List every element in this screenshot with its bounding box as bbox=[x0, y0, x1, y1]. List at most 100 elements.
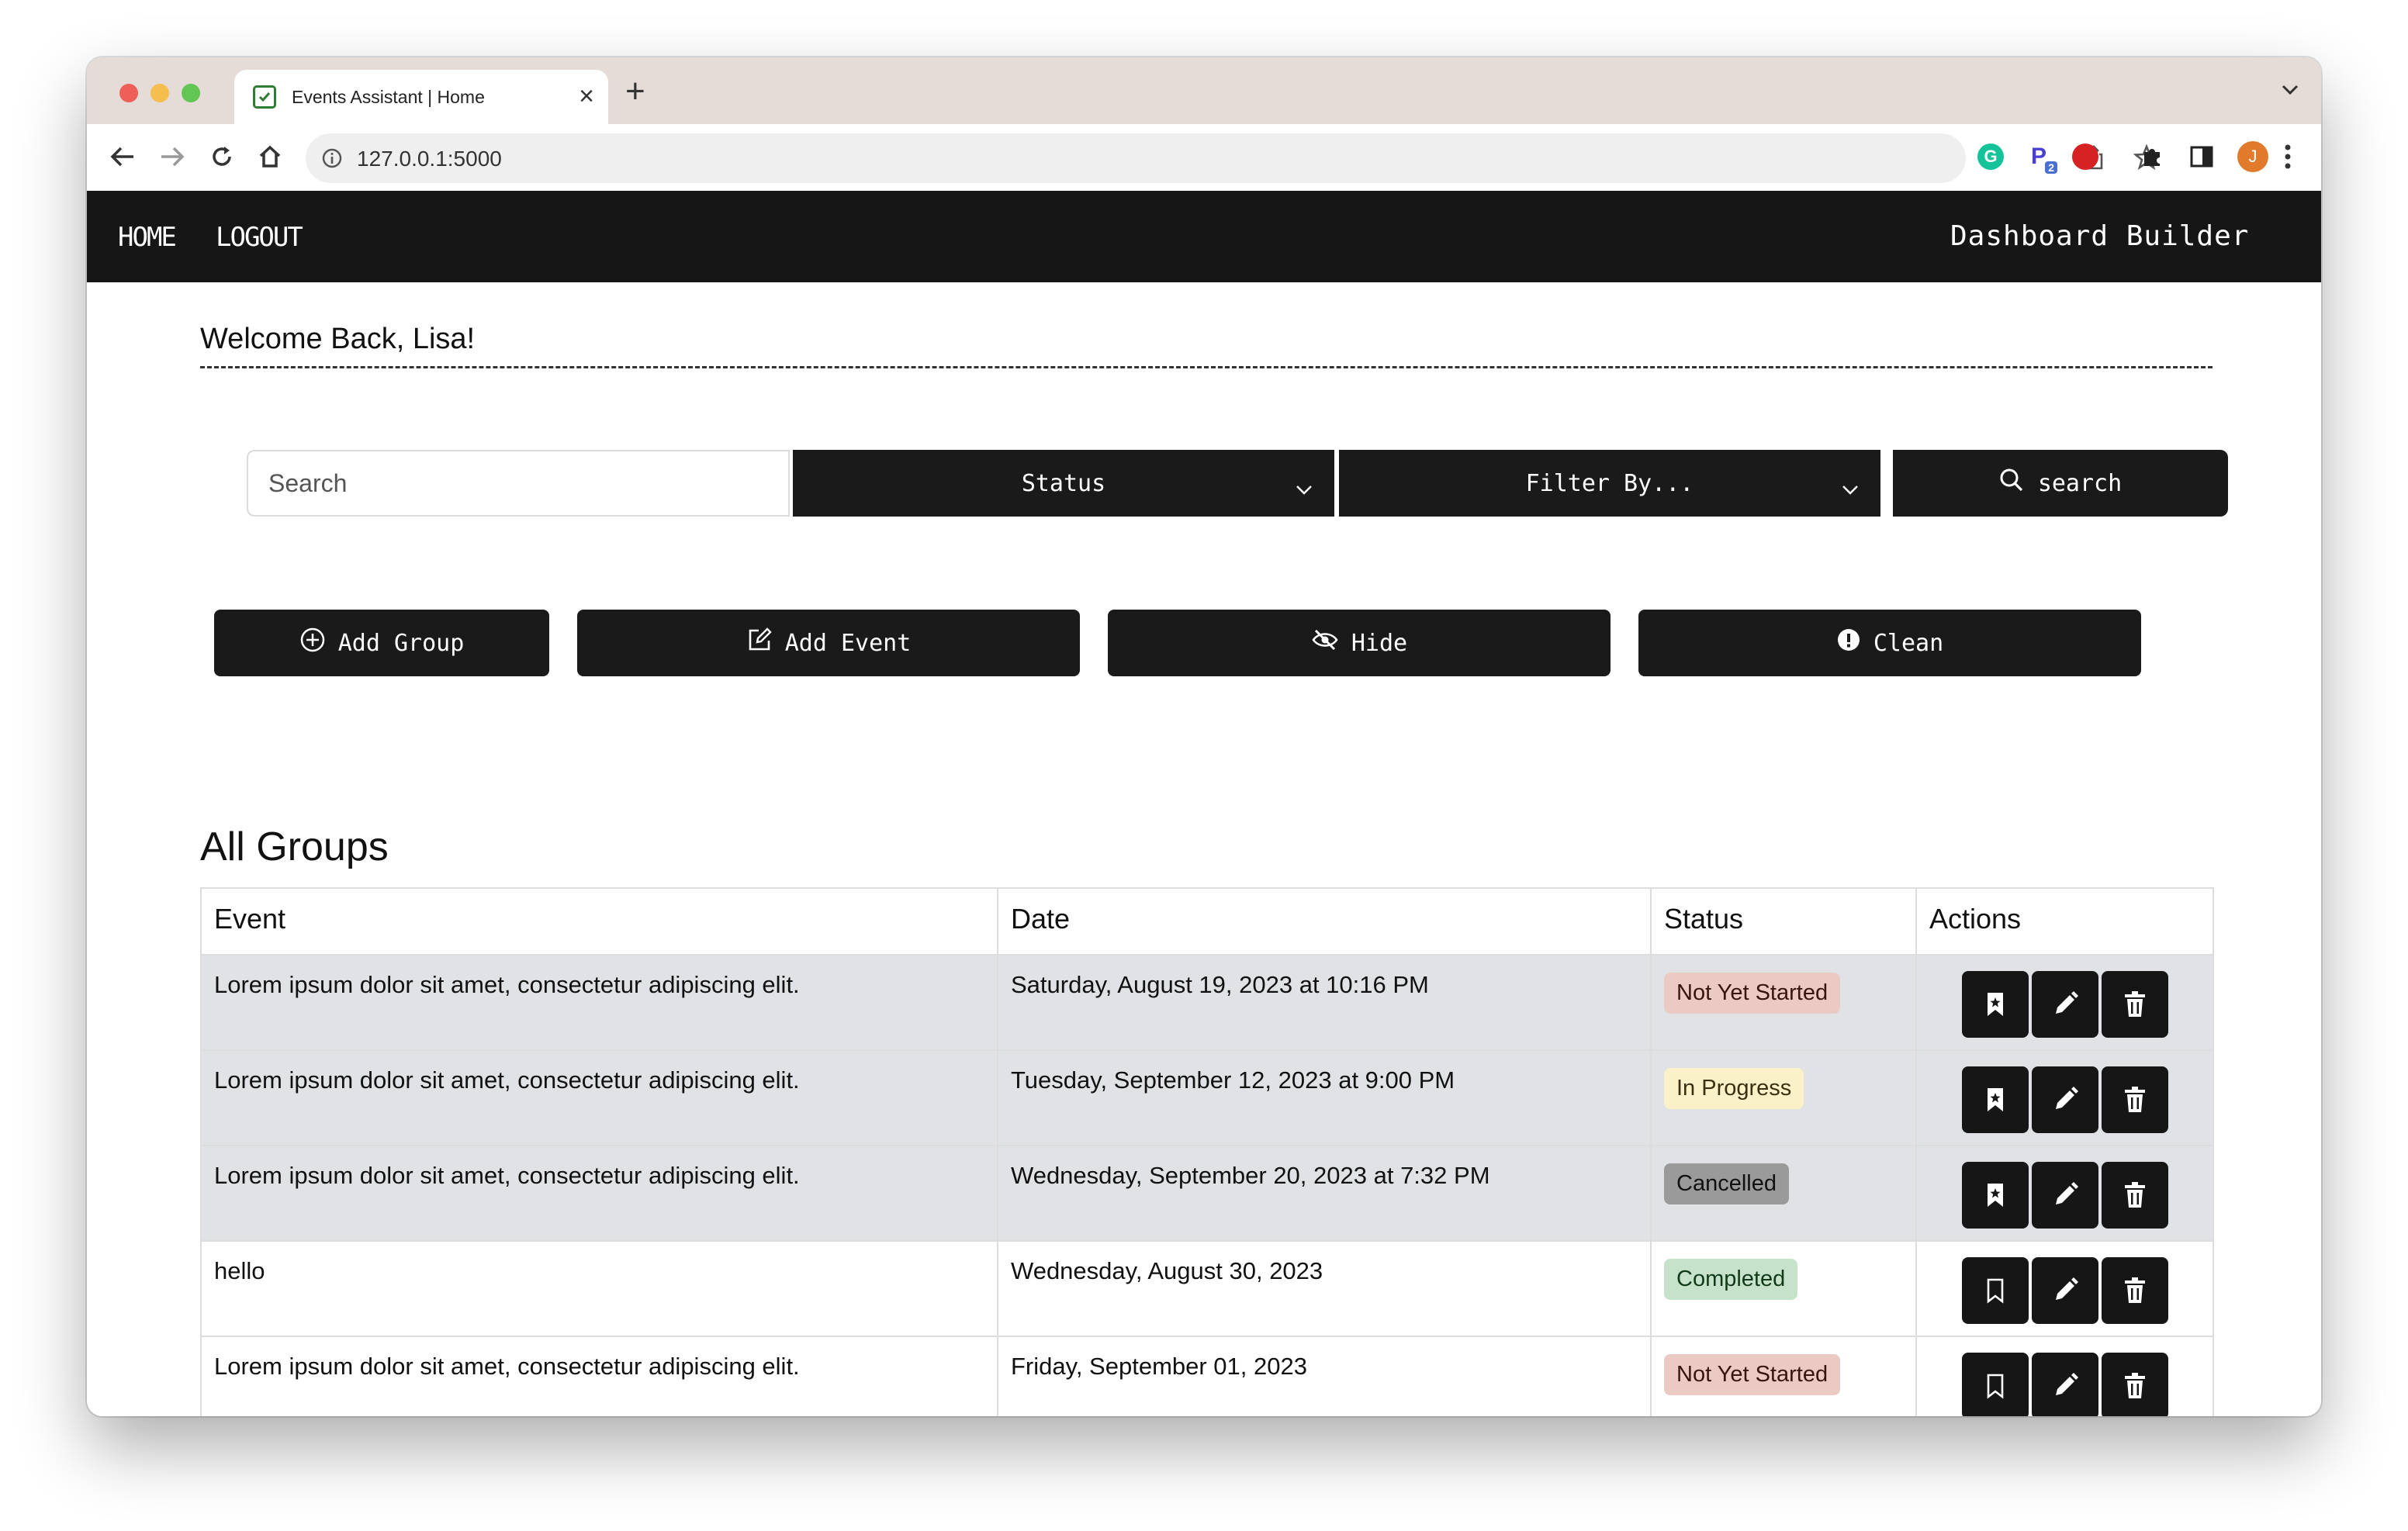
column-header-date: Date bbox=[997, 887, 1652, 956]
hide-button[interactable]: Hide bbox=[1108, 610, 1611, 676]
actions-cell bbox=[1915, 1145, 2214, 1242]
delete-button[interactable] bbox=[2101, 1353, 2168, 1416]
status-badge: Completed bbox=[1664, 1259, 1798, 1300]
window-maximize-button[interactable] bbox=[182, 84, 200, 102]
date-cell: Friday, September 01, 2023 bbox=[997, 1336, 1652, 1416]
clean-button[interactable]: Clean bbox=[1638, 610, 2141, 676]
site-navbar: HOME LOGOUT Dashboard Builder bbox=[87, 191, 2321, 282]
section-title: All Groups bbox=[200, 824, 389, 869]
status-cell: Not Yet Started bbox=[1650, 1336, 1917, 1416]
nav-logout-link[interactable]: LOGOUT bbox=[216, 222, 303, 253]
event-cell: hello bbox=[200, 1240, 998, 1337]
actions-cell bbox=[1915, 1049, 2214, 1146]
brand-title[interactable]: Dashboard Builder bbox=[1950, 220, 2249, 252]
status-badge: In Progress bbox=[1664, 1068, 1804, 1109]
status-select[interactable]: Status bbox=[793, 450, 1334, 517]
search-icon bbox=[1999, 468, 2038, 499]
add-event-label: Add Event bbox=[784, 629, 912, 657]
tab-search-chevron-icon[interactable] bbox=[2281, 84, 2299, 100]
new-tab-icon[interactable]: + bbox=[625, 73, 645, 110]
bookmark-button[interactable] bbox=[1961, 971, 2029, 1038]
browser-menu-icon[interactable] bbox=[2284, 143, 2292, 175]
column-header-event: Event bbox=[200, 887, 998, 956]
add-group-button[interactable]: Add Group bbox=[214, 610, 549, 676]
bookmark-button[interactable] bbox=[1961, 1162, 2029, 1229]
event-cell: Lorem ipsum dolor sit amet, consectetur … bbox=[200, 1049, 998, 1146]
edit-button[interactable] bbox=[2031, 1257, 2098, 1324]
status-badge: Cancelled bbox=[1664, 1163, 1789, 1204]
profile-avatar[interactable]: J bbox=[2237, 141, 2268, 172]
clean-label: Clean bbox=[1873, 629, 1944, 657]
tab-close-icon[interactable]: × bbox=[579, 81, 594, 112]
table-header-row: Event Date Status Actions bbox=[200, 887, 2214, 956]
column-header-status: Status bbox=[1650, 887, 1917, 956]
status-cell: Not Yet Started bbox=[1650, 954, 1917, 1051]
hide-label: Hide bbox=[1351, 629, 1408, 657]
tab-strip: Events Assistant | Home × + bbox=[87, 57, 2321, 124]
event-cell: Lorem ipsum dolor sit amet, consectetur … bbox=[200, 1145, 998, 1242]
add-group-label: Add Group bbox=[337, 629, 465, 657]
date-cell: Saturday, August 19, 2023 at 10:16 PM bbox=[997, 954, 1652, 1051]
window-close-button[interactable] bbox=[119, 84, 138, 102]
table-row: Lorem ipsum dolor sit amet, consectetur … bbox=[200, 1336, 2214, 1416]
address-bar[interactable]: 127.0.0.1:5000 bbox=[306, 133, 2161, 183]
actions-cell bbox=[1915, 954, 2214, 1051]
search-button-label: search bbox=[2037, 469, 2123, 497]
add-event-button[interactable]: Add Event bbox=[577, 610, 1080, 676]
window-minimize-button[interactable] bbox=[150, 84, 169, 102]
browser-toolbar: 127.0.0.1:5000 G P2 J bbox=[87, 124, 2321, 192]
nav-home-link[interactable]: HOME bbox=[118, 222, 177, 253]
bookmark-button[interactable] bbox=[1961, 1257, 2029, 1324]
status-select-label: Status bbox=[1021, 469, 1106, 497]
dashed-divider bbox=[200, 366, 2213, 368]
calendar-check-icon bbox=[253, 85, 276, 109]
chevron-down-icon bbox=[1842, 475, 1859, 502]
side-panel-icon[interactable] bbox=[2186, 141, 2217, 172]
table-body: Lorem ipsum dolor sit amet, consectetur … bbox=[200, 954, 2214, 1416]
column-header-actions: Actions bbox=[1915, 887, 2214, 956]
edit-button[interactable] bbox=[2031, 1162, 2098, 1229]
status-cell: In Progress bbox=[1650, 1049, 1917, 1146]
status-badge: Not Yet Started bbox=[1664, 973, 1841, 1014]
page-content: HOME LOGOUT Dashboard Builder Welcome Ba… bbox=[87, 191, 2321, 1416]
edit-button[interactable] bbox=[2031, 1353, 2098, 1416]
extensions-puzzle-icon[interactable] bbox=[2136, 141, 2168, 172]
bookmark-button[interactable] bbox=[1961, 1353, 2029, 1416]
filter-by-select[interactable]: Filter By... bbox=[1339, 450, 1880, 517]
table-row: Lorem ipsum dolor sit amet, consectetur … bbox=[200, 954, 2214, 1051]
exclamation-circle-icon bbox=[1836, 627, 1873, 658]
site-info-icon[interactable] bbox=[321, 147, 343, 173]
event-cell: Lorem ipsum dolor sit amet, consectetur … bbox=[200, 954, 998, 1051]
edit-button[interactable] bbox=[2031, 971, 2098, 1038]
events-table: Event Date Status Actions Lorem ipsum do… bbox=[200, 887, 2214, 1416]
search-button[interactable]: search bbox=[1893, 450, 2228, 517]
home-icon[interactable] bbox=[253, 140, 287, 174]
reload-icon[interactable] bbox=[205, 140, 239, 174]
delete-button[interactable] bbox=[2101, 971, 2168, 1038]
status-cell: Completed bbox=[1650, 1240, 1917, 1337]
extension-p-icon[interactable]: P2 bbox=[2023, 141, 2057, 174]
chevron-down-icon bbox=[1296, 475, 1313, 502]
plus-circle-icon bbox=[299, 627, 338, 659]
table-row: Lorem ipsum dolor sit amet, consectetur … bbox=[200, 1145, 2214, 1242]
grammarly-extension-icon[interactable]: G bbox=[1975, 141, 2006, 172]
delete-button[interactable] bbox=[2101, 1162, 2168, 1229]
browser-window: Events Assistant | Home × + 127.0.0.1:50… bbox=[87, 57, 2321, 1416]
bookmark-button[interactable] bbox=[1961, 1066, 2029, 1133]
tab-title: Events Assistant | Home bbox=[292, 87, 485, 107]
url-text: 127.0.0.1:5000 bbox=[357, 147, 502, 171]
actions-cell bbox=[1915, 1336, 2214, 1416]
delete-button[interactable] bbox=[2101, 1257, 2168, 1324]
browser-tab[interactable]: Events Assistant | Home × bbox=[234, 70, 608, 124]
date-cell: Wednesday, August 30, 2023 bbox=[997, 1240, 1652, 1337]
search-input[interactable] bbox=[247, 450, 790, 517]
delete-button[interactable] bbox=[2101, 1066, 2168, 1133]
forward-arrow-icon[interactable] bbox=[155, 140, 189, 174]
back-arrow-icon[interactable] bbox=[106, 140, 140, 174]
date-cell: Wednesday, September 20, 2023 at 7:32 PM bbox=[997, 1145, 1652, 1242]
shield-extension-icon[interactable] bbox=[2070, 141, 2101, 172]
status-cell: Cancelled bbox=[1650, 1145, 1917, 1242]
status-badge: Not Yet Started bbox=[1664, 1354, 1841, 1395]
edit-square-icon bbox=[746, 627, 785, 659]
edit-button[interactable] bbox=[2031, 1066, 2098, 1133]
